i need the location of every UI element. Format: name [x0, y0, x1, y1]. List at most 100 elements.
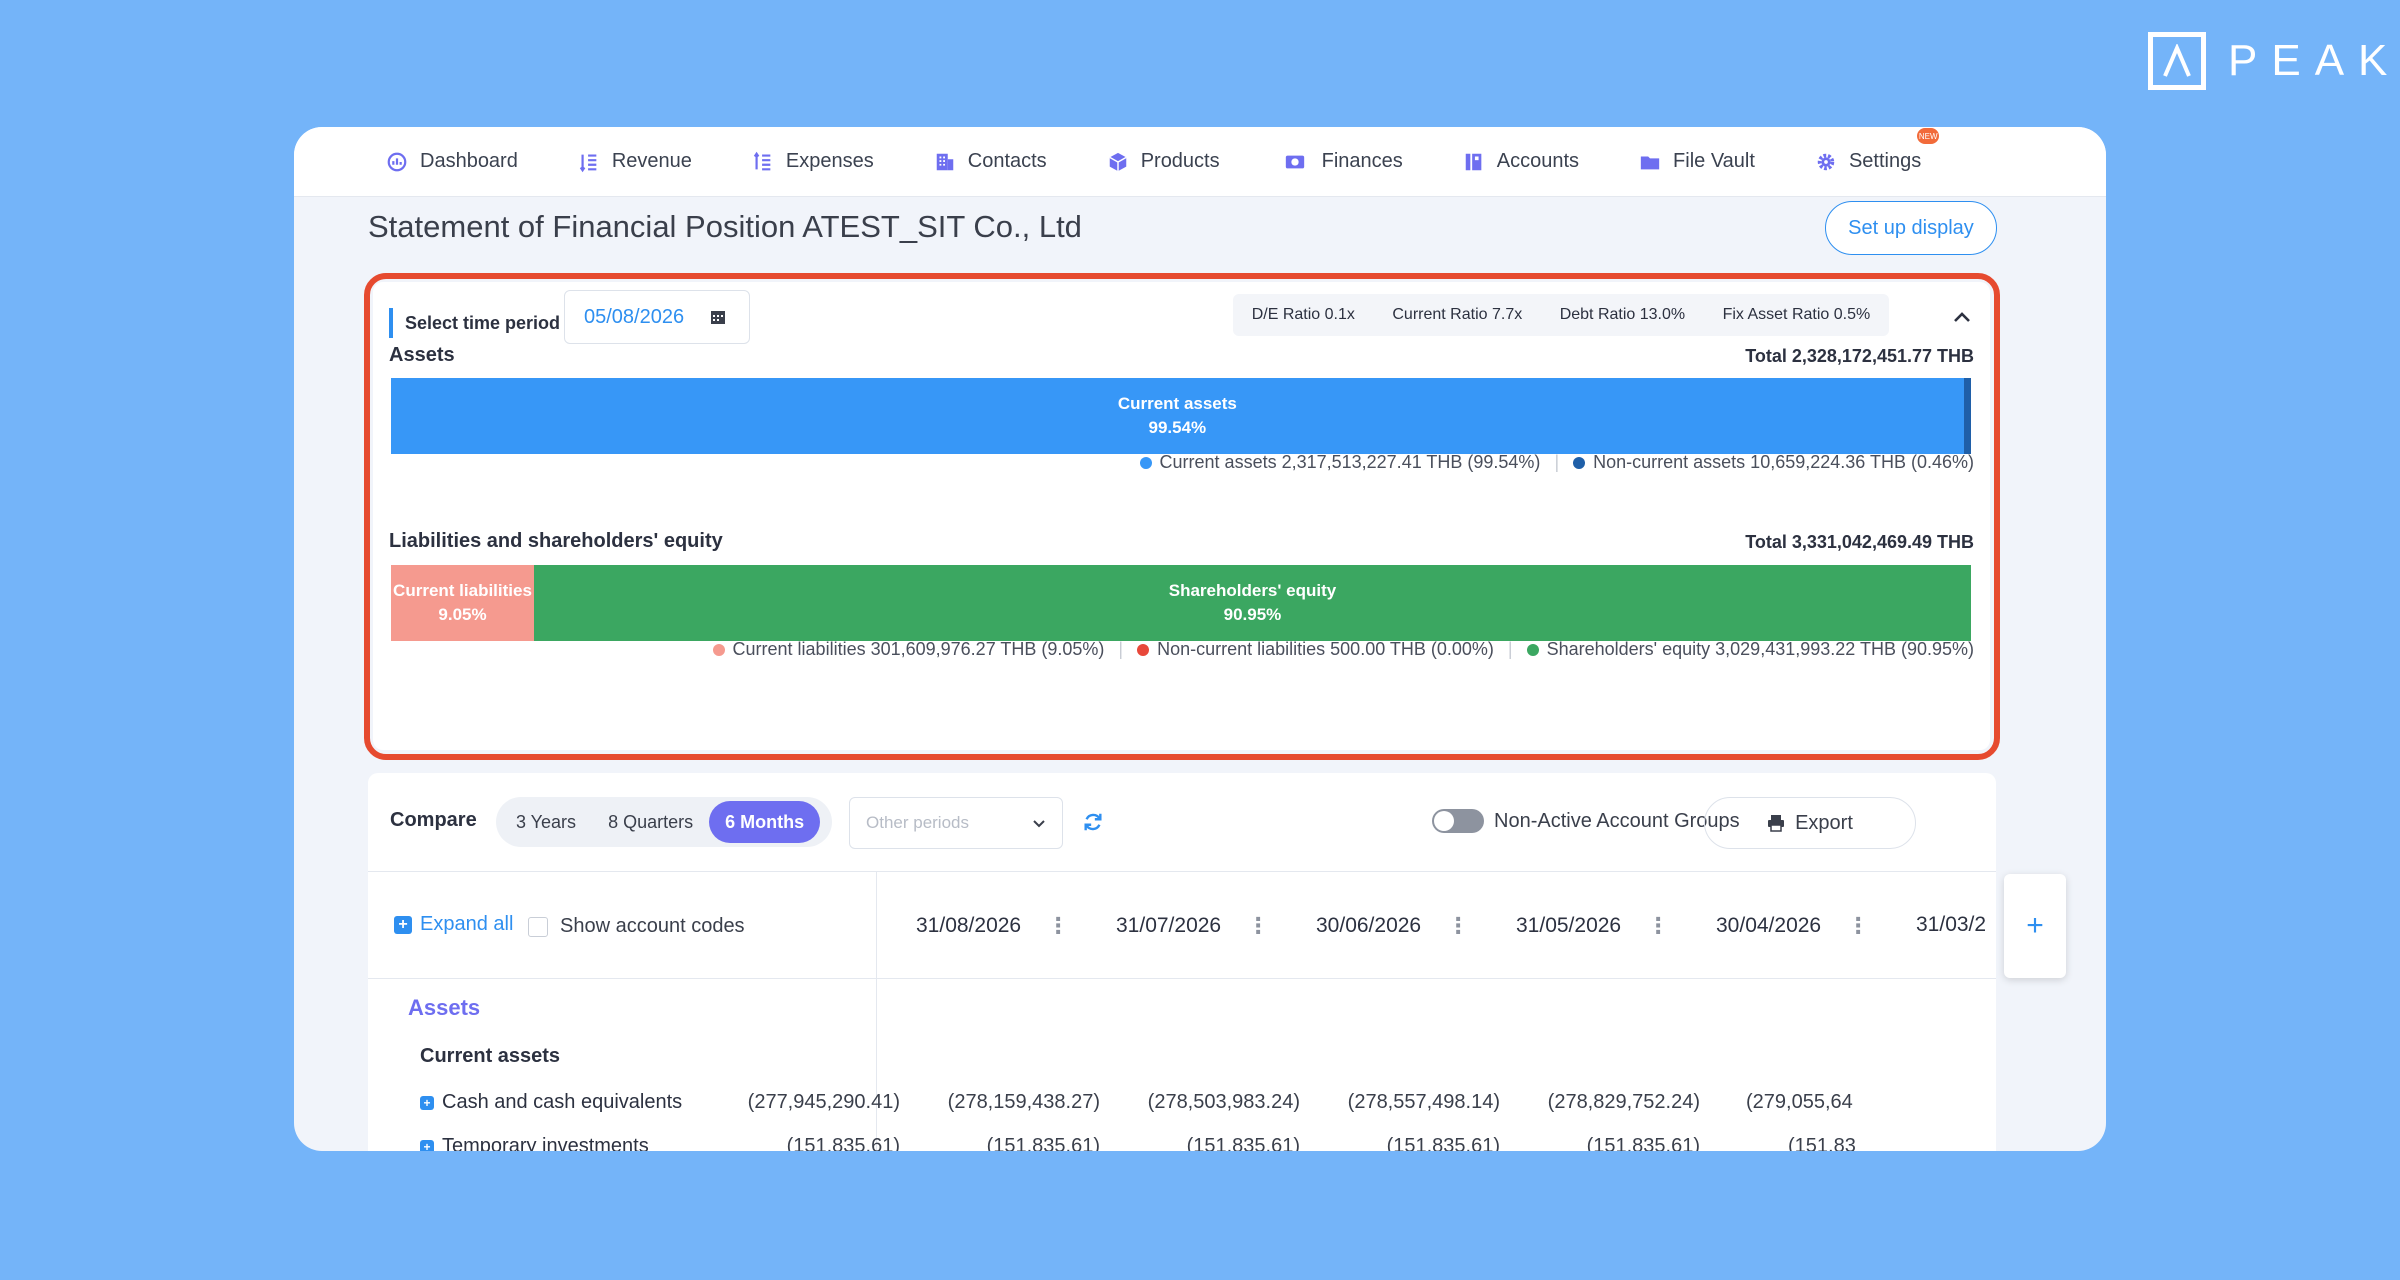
segment-label: Shareholders' equity	[1168, 581, 1337, 600]
column-date-label: 31/07/2026	[1116, 914, 1222, 937]
account-row[interactable]: + Cash and cash equivalents	[420, 1091, 682, 1114]
table-cell: (151,83	[1788, 1135, 1856, 1151]
legend-separator: |	[1507, 639, 1513, 659]
plus-square-icon[interactable]: +	[420, 1139, 434, 1151]
assets-total: Total 2,328,172,451.77 THB	[1745, 346, 1974, 366]
legend-dot	[1137, 643, 1150, 656]
non-active-label: Non-Active Account Groups	[1494, 810, 1740, 832]
other-periods-placeholder: Other periods	[866, 813, 969, 832]
ratios-bar: D/E Ratio 0.1x Current Ratio 7.7x Debt R…	[1233, 294, 1889, 336]
money-icon	[1285, 155, 1304, 168]
more-vertical-icon[interactable]: ⋮	[1847, 913, 1869, 939]
column-date-label: 30/06/2026	[1316, 914, 1422, 937]
segment-percent: 90.95%	[1223, 605, 1282, 624]
legend-text: Non-current assets 10,659,224.36 THB (0.…	[1593, 452, 1974, 472]
legend-dot	[1139, 456, 1152, 469]
section-assets: Assets	[408, 995, 481, 1020]
refresh-icon[interactable]	[1082, 811, 1104, 833]
column-date: 30/04/2026 ⋮	[1716, 913, 1869, 939]
nav-label: Revenue	[611, 150, 692, 172]
app-window: Dashboard Revenue Expenses Contacts Prod…	[294, 127, 2106, 1151]
option-8-quarters[interactable]: 8 Quarters	[592, 801, 709, 843]
top-nav: Dashboard Revenue Expenses Contacts Prod…	[294, 127, 2106, 197]
non-active-toggle[interactable]	[1432, 809, 1484, 833]
nav-label: Dashboard	[420, 150, 518, 172]
bar-segment	[1963, 378, 1971, 454]
bar-segment: Current assets 99.54%	[391, 378, 1964, 454]
liabilities-bar: Current liabilities 9.05% Shareholders' eq…	[391, 565, 1971, 641]
expand-all-link[interactable]: + Expand all	[394, 913, 513, 936]
account-row[interactable]: + Temporary investments	[420, 1135, 649, 1151]
nav-expenses[interactable]: Expenses	[752, 150, 874, 173]
show-codes-checkbox[interactable]	[528, 916, 548, 937]
peak-logo-mark	[2148, 32, 2206, 90]
more-vertical-icon[interactable]: ⋮	[1647, 913, 1669, 939]
nav-accounts[interactable]: Accounts	[1463, 150, 1579, 173]
nav-label: Expenses	[785, 150, 874, 172]
option-3-years[interactable]: 3 Years	[500, 801, 592, 843]
folder-icon	[1640, 156, 1660, 169]
date-value: 05/08/2026	[584, 305, 685, 328]
nav-products[interactable]: Products	[1107, 150, 1220, 173]
nav-label: Products	[1140, 150, 1220, 172]
set-up-display-button[interactable]: Set up display	[1825, 201, 1997, 255]
nav-contacts[interactable]: Contacts	[934, 150, 1047, 173]
more-vertical-icon[interactable]: ⋮	[1247, 913, 1269, 939]
toggle-knob	[1434, 811, 1454, 831]
bar-segment: Shareholders' equity 90.95%	[533, 565, 1971, 641]
new-badge: NEW	[1917, 128, 1940, 144]
calendar-icon	[711, 311, 726, 324]
nav-revenue[interactable]: Revenue	[578, 150, 692, 173]
box-icon	[1109, 152, 1127, 171]
table-cell: (277,945,290.41)	[747, 1091, 900, 1113]
chevron-up-icon[interactable]	[1949, 304, 1975, 330]
account-name: Cash and cash equivalents	[442, 1091, 683, 1113]
nav-dashboard[interactable]: Dashboard	[386, 150, 518, 173]
assets-legend: Current assets 2,317,513,227.41 THB (99.…	[1139, 452, 1974, 473]
column-date-label: 31/03/2	[1916, 913, 1987, 936]
page-title: Statement of Financial Position ATEST_SI…	[368, 209, 1082, 244]
fix-asset-ratio: Fix Asset Ratio 0.5%	[1722, 306, 1871, 323]
show-account-codes[interactable]: Show account codes	[528, 915, 745, 938]
nav-file-vault[interactable]: File Vault	[1639, 150, 1755, 173]
legend-text: Current assets 2,317,513,227.41 THB (99.…	[1159, 452, 1541, 472]
period-segmented-control: 3 Years 8 Quarters 6 Months	[496, 797, 832, 847]
more-vertical-icon[interactable]: ⋮	[1447, 913, 1469, 939]
add-column-button[interactable]: +	[2004, 874, 2066, 978]
legend-text: Current liabilities 301,609,976.27 THB (…	[732, 639, 1105, 659]
compare-panel: Compare 3 Years 8 Quarters 6 Months Othe…	[368, 773, 1996, 1151]
assets-title: Assets	[389, 344, 455, 366]
other-periods-select[interactable]: Other periods	[849, 797, 1063, 849]
liabilities-legend: Current liabilities 301,609,976.27 THB (…	[712, 639, 1974, 660]
legend-text: Non-current liabilities 500.00 THB (0.00…	[1157, 639, 1494, 659]
dashboard-icon	[387, 152, 407, 171]
legend-separator: |	[1554, 452, 1560, 472]
date-picker[interactable]: 05/08/2026	[564, 290, 750, 344]
legend-item: Non-current assets 10,659,224.36 THB (0.…	[1573, 452, 1974, 473]
table-cell: (278,503,983.24)	[1147, 1091, 1300, 1113]
expenses-icon	[753, 151, 771, 170]
table-cell: (279,055,64	[1746, 1091, 1853, 1113]
legend-dot	[712, 643, 725, 656]
table-cell: (278,829,752.24)	[1547, 1091, 1700, 1113]
table-cell: (278,557,498.14)	[1347, 1091, 1500, 1113]
chevron-down-icon	[1033, 820, 1045, 828]
more-vertical-icon[interactable]: ⋮	[1047, 913, 1069, 939]
segment-label: Current assets	[1117, 394, 1237, 413]
debt-ratio: Debt Ratio 13.0%	[1559, 306, 1686, 323]
export-button[interactable]: Export	[1704, 797, 1916, 849]
nav-finances[interactable]: Finances	[1280, 150, 1403, 173]
subsection-current-assets: Current assets	[420, 1045, 561, 1067]
divider	[368, 978, 1996, 979]
nav-settings[interactable]: Settings NEW	[1815, 128, 1940, 173]
legend-item: Current assets 2,317,513,227.41 THB (99.…	[1139, 452, 1541, 473]
plus-square-icon[interactable]: +	[420, 1095, 434, 1110]
account-name: Temporary investments	[442, 1135, 649, 1151]
legend-item: Shareholders' equity 3,029,431,993.22 TH…	[1526, 639, 1974, 660]
option-6-months[interactable]: 6 Months	[709, 801, 821, 843]
legend-separator: |	[1118, 639, 1124, 659]
gear-icon	[1817, 153, 1835, 170]
ledger-icon	[1465, 153, 1482, 170]
nav-label: Finances	[1321, 150, 1403, 172]
table-cell: (278,159,438.27)	[947, 1091, 1100, 1113]
